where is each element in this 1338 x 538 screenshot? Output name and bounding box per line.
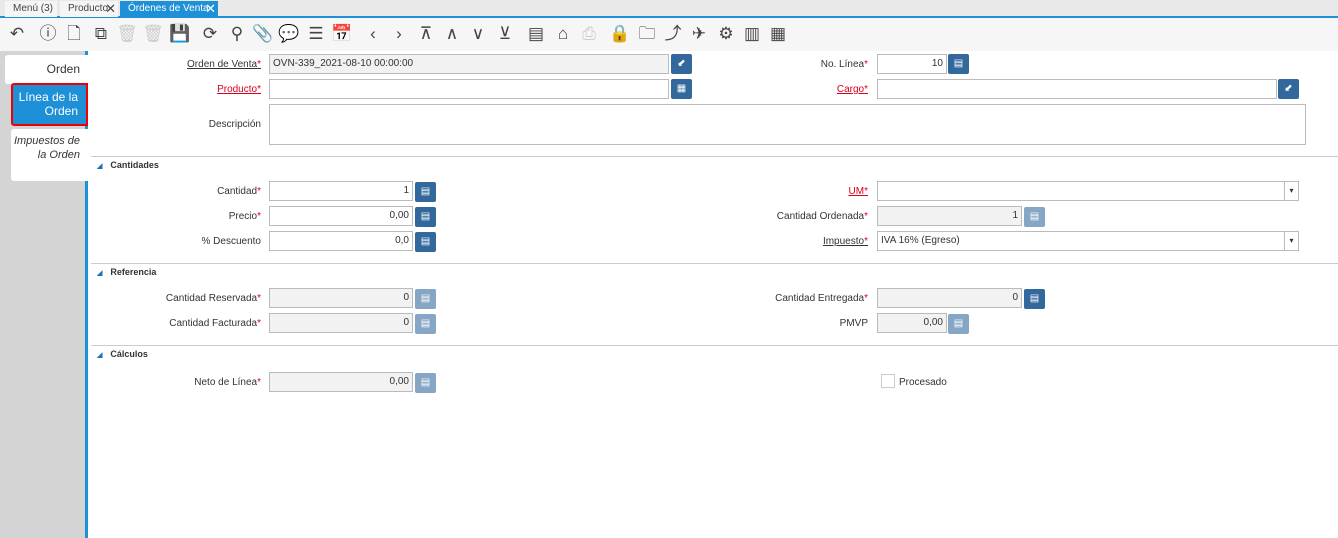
lock-icon[interactable]: 🔒: [609, 23, 631, 45]
tab-menu[interactable]: Menú (3): [5, 1, 57, 17]
copy-record-icon[interactable]: ⧉: [90, 23, 112, 45]
chevron-down-icon[interactable]: ▾: [1284, 232, 1298, 250]
calculator-button[interactable]: ▤: [1024, 207, 1045, 227]
no-linea-field[interactable]: 10: [877, 54, 947, 74]
precio-field[interactable]: 0,00: [269, 206, 413, 226]
descripcion-field[interactable]: [269, 104, 1306, 145]
close-icon[interactable]: ✕: [105, 1, 116, 16]
help-icon[interactable]: ⓘ: [37, 23, 59, 45]
calculator-button[interactable]: ▤: [415, 373, 436, 393]
procesado-label: Procesado: [899, 377, 947, 388]
tab-producto[interactable]: Producto ✕: [60, 1, 118, 17]
first-record-icon[interactable]: ⊼: [415, 23, 437, 45]
detail-record-icon[interactable]: ∨: [467, 23, 489, 45]
form-panel: Orden de Venta* OVN-339_2021-08-10 00:00…: [91, 51, 1338, 538]
cantidad-ordenada-label: Cantidad Ordenada*: [776, 211, 868, 222]
cargo-label[interactable]: Cargo*: [618, 84, 868, 95]
calculator-button[interactable]: ▤: [948, 314, 969, 334]
cargo-field[interactable]: [877, 79, 1277, 99]
undo-icon[interactable]: ↶: [6, 23, 28, 45]
cantidad-label: Cantidad*: [217, 186, 261, 197]
archive-icon[interactable]: ⌂: [552, 23, 574, 45]
calculator-button[interactable]: ▤: [415, 182, 436, 202]
calculator-button[interactable]: ▤: [415, 232, 436, 252]
collapse-icon: ◢: [97, 352, 103, 359]
send-icon[interactable]: ✈: [688, 23, 710, 45]
section-divider: [91, 345, 1338, 346]
workflow-icon[interactable]: ⤴: [662, 23, 684, 45]
attachment-icon[interactable]: 📎: [252, 23, 274, 45]
producto-label[interactable]: Producto*: [11, 84, 261, 95]
um-select[interactable]: ▾: [877, 181, 1299, 201]
producto-field[interactable]: [269, 79, 669, 99]
descuento-field[interactable]: 0,0: [269, 231, 413, 251]
parent-record-icon[interactable]: ∧: [441, 23, 463, 45]
cantidad-field[interactable]: 1: [269, 181, 413, 201]
delete-icon[interactable]: 🗑: [116, 23, 138, 45]
collapse-icon: ◢: [97, 163, 103, 170]
cant-reservada-label: Cantidad Reservada*: [165, 293, 261, 304]
window-tabs: Menú (3) Producto ✕ Órdenes de Venta ✕: [0, 0, 1338, 18]
tab-ordenes-de-venta[interactable]: Órdenes de Venta ✕: [120, 1, 218, 17]
save-icon[interactable]: 💾: [169, 23, 191, 45]
form-icon[interactable]: ▦: [767, 23, 789, 45]
impuesto-select[interactable]: IVA 16% (Egreso) ▾: [877, 231, 1299, 251]
pmvp-label: PMVP: [839, 318, 868, 329]
calculator-button[interactable]: ▤: [948, 54, 969, 74]
print-icon[interactable]: ⎙: [578, 23, 600, 45]
delete-selection-icon[interactable]: 🗑: [142, 23, 164, 45]
neto-field[interactable]: 0,00: [269, 372, 413, 392]
barcode-search-icon[interactable]: ▥: [741, 23, 763, 45]
tab-label: Órdenes de Venta: [128, 3, 209, 14]
settings-icon[interactable]: ⚙: [715, 23, 737, 45]
precio-label: Precio*: [228, 211, 261, 222]
next-icon[interactable]: ›: [388, 23, 410, 45]
cant-reservada-field[interactable]: 0: [269, 288, 413, 308]
no-linea-label: No. Línea*: [820, 59, 868, 70]
search-icon[interactable]: ⚲: [226, 23, 248, 45]
tab-label: Menú (3): [13, 3, 54, 14]
cant-entregada-field[interactable]: 0: [877, 288, 1022, 308]
collapse-icon: ◢: [97, 270, 103, 277]
cant-facturada-field[interactable]: 0: [269, 313, 413, 333]
tab-label: Producto: [68, 3, 109, 14]
neto-label: Neto de Línea*: [194, 377, 261, 388]
grid-toggle-icon[interactable]: ☰: [305, 23, 327, 45]
cant-entregada-label: Cantidad Entregada*: [775, 293, 868, 304]
zoom-across-icon[interactable]: 🗀: [636, 23, 658, 45]
orden-venta-label[interactable]: Orden de Venta*: [11, 59, 261, 70]
toolbar: ↶ ⓘ 🗋 ⧉ 🗑 🗑 💾 ⟳ ⚲ 📎 💬 ☰ 📅 ‹ › ⊼ ∧ ∨ ⊻ ▤ …: [0, 18, 1338, 51]
side-tab-impuestos[interactable]: Impuestos de la Orden: [11, 129, 88, 181]
report-icon[interactable]: ▤: [525, 23, 547, 45]
calculator-button[interactable]: ▤: [415, 207, 436, 227]
calculator-button[interactable]: ▤: [415, 289, 436, 309]
side-tab-label: Impuestos de la Orden: [13, 135, 80, 161]
descripcion-label: Descripción: [208, 119, 261, 130]
previous-icon[interactable]: ‹: [362, 23, 384, 45]
chat-icon[interactable]: 💬: [278, 23, 300, 45]
new-record-icon[interactable]: 🗋: [63, 23, 85, 45]
um-label[interactable]: UM*: [618, 186, 868, 197]
close-icon[interactable]: ✕: [205, 1, 216, 16]
chevron-down-icon[interactable]: ▾: [1284, 182, 1298, 200]
calculator-button[interactable]: ▤: [1024, 289, 1045, 309]
section-referencia[interactable]: ◢ Referencia: [97, 267, 156, 277]
section-cantidades[interactable]: ◢ Cantidades: [97, 160, 159, 170]
procesado-checkbox[interactable]: [881, 374, 895, 388]
cantidad-ordenada-field[interactable]: 1: [877, 206, 1022, 226]
last-record-icon[interactable]: ⊻: [494, 23, 516, 45]
impuesto-label[interactable]: Impuesto*: [618, 236, 868, 247]
section-divider: [91, 156, 1338, 157]
cant-facturada-label: Cantidad Facturada*: [169, 318, 261, 329]
section-divider: [91, 263, 1338, 264]
cargo-zoom-button[interactable]: ⬋: [1278, 79, 1299, 99]
refresh-icon[interactable]: ⟳: [199, 23, 221, 45]
pmvp-field[interactable]: 0,00: [877, 313, 947, 333]
section-calculos[interactable]: ◢ Cálculos: [97, 349, 148, 359]
calculator-button[interactable]: ▤: [415, 314, 436, 334]
orden-venta-field[interactable]: OVN-339_2021-08-10 00:00:00: [269, 54, 669, 74]
calendar-icon[interactable]: 📅: [331, 23, 353, 45]
descuento-label: % Descuento: [201, 236, 261, 247]
